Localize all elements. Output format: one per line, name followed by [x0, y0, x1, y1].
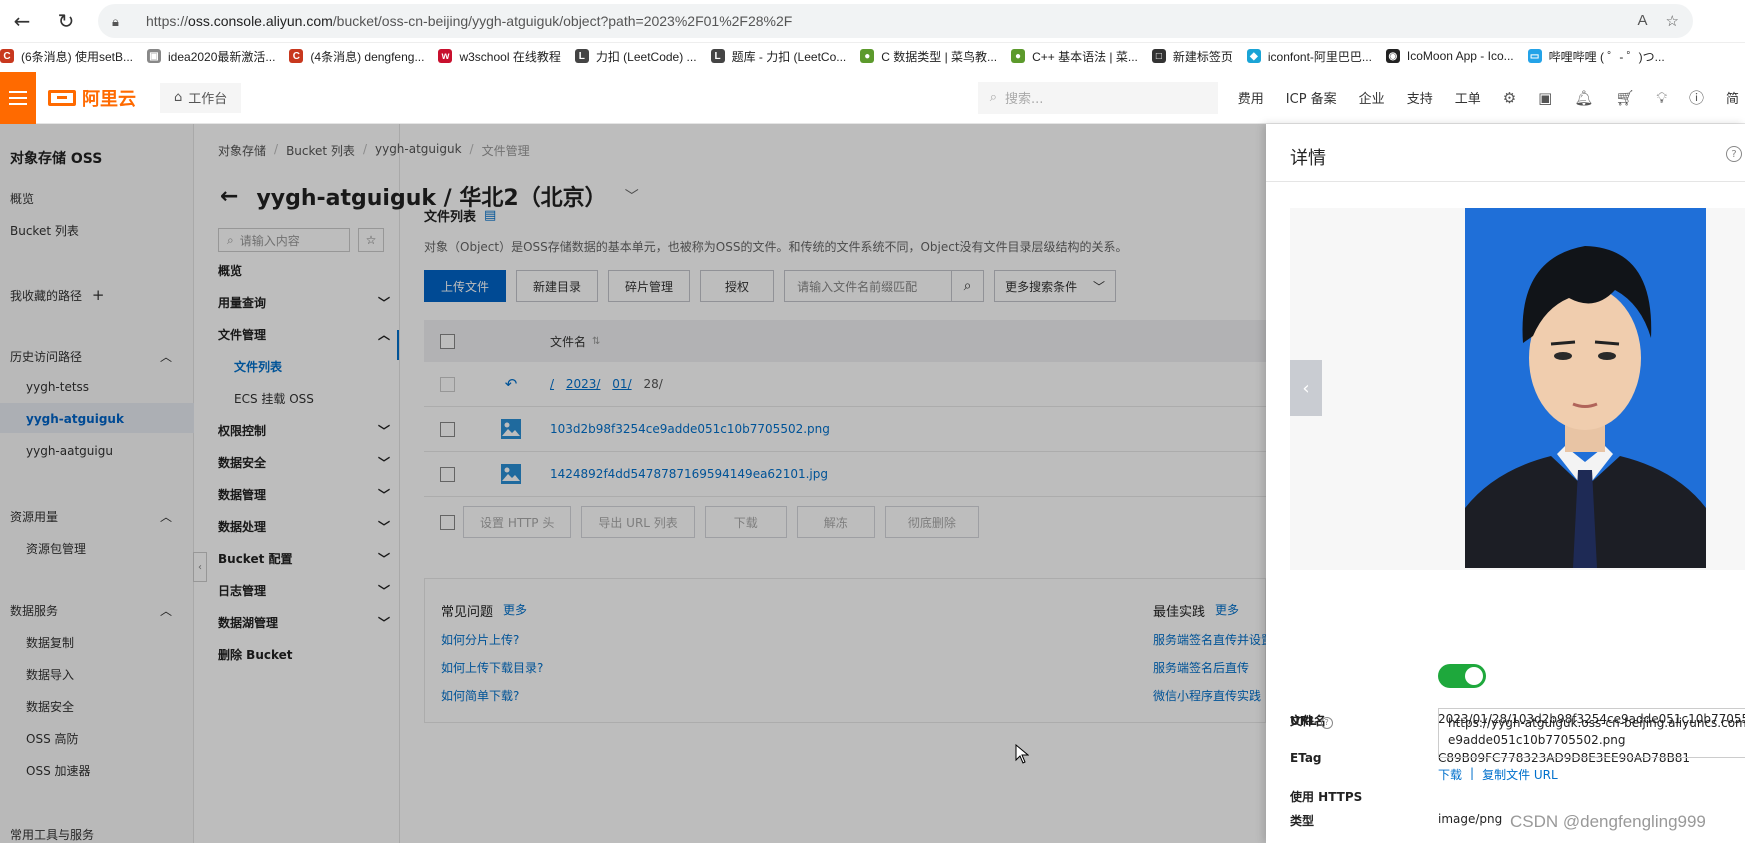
- bookmark-item[interactable]: ◉ IcoMoon App - Ico...: [1385, 49, 1514, 63]
- read-aloud-icon[interactable]: A: [1638, 12, 1648, 30]
- bookmark-favicon-icon: ▭: [1527, 49, 1542, 63]
- lightbulb-icon[interactable]: 💡︎: [1656, 89, 1667, 107]
- nav-link-support[interactable]: 支持: [1407, 88, 1433, 107]
- https-label: 使用 HTTPS: [1290, 790, 1363, 804]
- preview-photo: [1465, 208, 1706, 568]
- bookmark-item[interactable]: ● C++ 基本语法 | 菜...: [1011, 48, 1138, 65]
- bookmark-item[interactable]: ● C 数据类型 | 菜鸟教...: [860, 48, 997, 65]
- bookmark-label: idea2020最新激活...: [168, 49, 276, 64]
- workbench-label: 工作台: [188, 92, 228, 107]
- hamburger-menu-icon[interactable]: [0, 71, 36, 124]
- copy-url-link[interactable]: 复制文件 URL: [1482, 766, 1558, 783]
- download-link[interactable]: 下载: [1438, 766, 1462, 783]
- type-label: 类型: [1290, 814, 1315, 828]
- nav-link-ticket[interactable]: 工单: [1455, 88, 1481, 107]
- bookmark-item[interactable]: ◆ iconfont-阿里巴巴...: [1246, 48, 1372, 65]
- address-bar[interactable]: 🔒︎ https://oss.console.aliyun.com/bucket…: [98, 4, 1693, 38]
- previous-arrow-icon[interactable]: ‹: [1290, 360, 1322, 416]
- bookmark-label: 力扣 (LeetCode) ...: [595, 49, 697, 64]
- favorite-star-icon[interactable]: ☆: [1666, 12, 1679, 30]
- language-switch[interactable]: 简: [1726, 88, 1739, 107]
- back-arrow-icon[interactable]: ←: [0, 0, 44, 43]
- global-search-placeholder: 搜索...: [1005, 92, 1044, 107]
- bookmark-label: C 数据类型 | 菜鸟教...: [881, 49, 998, 64]
- bell-icon[interactable]: 🔔︎: [1574, 89, 1593, 107]
- browser-toolbar: ← ↻ 🔒︎ https://oss.console.aliyun.com/bu…: [0, 0, 1745, 43]
- image-preview: ‹: [1290, 208, 1745, 570]
- bookmark-item[interactable]: C (4条消息) dengfeng...: [289, 48, 424, 65]
- url-label-text: URL: [1290, 714, 1317, 728]
- mouse-cursor-icon: [1015, 743, 1030, 767]
- nav-link-billing[interactable]: 费用: [1238, 88, 1264, 107]
- bookmark-item[interactable]: L 力扣 (LeetCode) ...: [574, 48, 697, 65]
- help-icon[interactable]: ⓘ: [1689, 87, 1704, 108]
- bookmark-favicon-icon: ◉: [1385, 49, 1400, 63]
- bookmarks-bar: C (6条消息) 使用setB... ▣ idea2020最新激活... C (4条消息)…: [0, 43, 1745, 69]
- bookmark-label: iconfont-阿里巴巴...: [1267, 49, 1372, 64]
- separator: |: [1470, 766, 1475, 780]
- search-icon: ⌕: [989, 90, 998, 105]
- bookmark-favicon-icon: ▣: [147, 49, 162, 63]
- help-icon[interactable]: ?: [1320, 716, 1333, 729]
- bookmark-item[interactable]: ▭ 哔哩哔哩 ( ゜- ゜)つ...: [1527, 48, 1665, 65]
- lock-icon: 🔒︎: [112, 14, 119, 29]
- terminal-icon[interactable]: ▣: [1538, 89, 1552, 107]
- url-line: https://yygh-atguiguk.oss-cn-beijing.ali…: [1448, 716, 1745, 730]
- nav-link-icp[interactable]: ICP 备案: [1286, 88, 1337, 107]
- home-icon: ⌂: [174, 90, 183, 105]
- url-textarea[interactable]: https://yygh-atguiguk.oss-cn-beijing.ali…: [1438, 708, 1745, 758]
- bookmark-label: IcoMoon App - Ico...: [1406, 49, 1514, 63]
- bookmark-item[interactable]: ▣ idea2020最新激活...: [147, 48, 275, 65]
- bookmark-item[interactable]: □ 新建标签页: [1151, 48, 1233, 65]
- console-header: 阿里云 ⌂ 工作台 ⌕ 搜索... 费用 ICP 备案 企业 支持 工单 ⚙ ▣…: [0, 71, 1745, 124]
- url-host: oss.console.aliyun.com: [188, 13, 333, 29]
- cart-icon[interactable]: 🛒︎: [1615, 89, 1634, 107]
- url-label: URL?: [1290, 714, 1333, 729]
- bookmark-label: (6条消息) 使用setB...: [21, 49, 134, 64]
- url-path: /bucket/oss-cn-beijing/yygh-atguiguk/obj…: [332, 13, 793, 29]
- workbench-button[interactable]: ⌂ 工作台: [160, 82, 242, 113]
- bookmark-label: 新建标签页: [1172, 49, 1233, 64]
- reload-icon[interactable]: ↻: [44, 0, 88, 43]
- bookmark-label: C++ 基本语法 | 菜...: [1032, 49, 1138, 64]
- url-line: e9adde051c10b7705502.png: [1448, 733, 1626, 747]
- bookmark-item[interactable]: L 题库 - 力扣 (LeetCo...: [710, 48, 847, 65]
- https-toggle[interactable]: [1438, 664, 1486, 688]
- bookmark-favicon-icon: C: [0, 49, 14, 63]
- bookmark-favicon-icon: w: [438, 49, 453, 63]
- bookmark-favicon-icon: ●: [860, 49, 875, 63]
- bookmark-label: 哔哩哔哩 ( ゜- ゜)つ...: [1548, 49, 1665, 64]
- bookmark-item[interactable]: C (6条消息) 使用setB...: [0, 48, 133, 65]
- bookmark-label: w3school 在线教程: [459, 49, 561, 64]
- logo-text: 阿里云: [82, 88, 136, 110]
- help-icon[interactable]: ?: [1726, 146, 1742, 162]
- bookmark-label: (4条消息) dengfeng...: [310, 49, 425, 64]
- drawer-overlay-mask[interactable]: [0, 124, 1266, 843]
- bookmark-label: 题库 - 力扣 (LeetCo...: [731, 49, 847, 64]
- etag-label: ETag: [1290, 751, 1322, 765]
- watermark: CSDN @dengfengling999: [1510, 812, 1706, 831]
- bookmark-favicon-icon: L: [710, 49, 725, 63]
- drawer-title: 详情: [1290, 148, 1326, 169]
- aliyun-logo-mark: [48, 89, 76, 106]
- bookmark-favicon-icon: □: [1151, 49, 1166, 63]
- bookmark-favicon-icon: ●: [1011, 49, 1026, 63]
- bookmark-favicon-icon: C: [289, 49, 304, 63]
- bookmark-favicon-icon: ◆: [1246, 49, 1261, 63]
- url-actions: 下载 | 复制文件 URL: [1438, 766, 1558, 783]
- cloud-shell-icon[interactable]: ⚙: [1503, 89, 1516, 107]
- divider: [1266, 181, 1745, 182]
- type-value: image/png: [1438, 812, 1503, 826]
- bookmark-item[interactable]: w w3school 在线教程: [438, 48, 561, 65]
- url-prefix: https://: [146, 13, 189, 29]
- global-search-input[interactable]: ⌕ 搜索...: [977, 81, 1218, 114]
- aliyun-logo[interactable]: 阿里云: [48, 85, 136, 111]
- nav-link-enterprise[interactable]: 企业: [1359, 88, 1385, 107]
- bookmark-favicon-icon: L: [574, 49, 589, 63]
